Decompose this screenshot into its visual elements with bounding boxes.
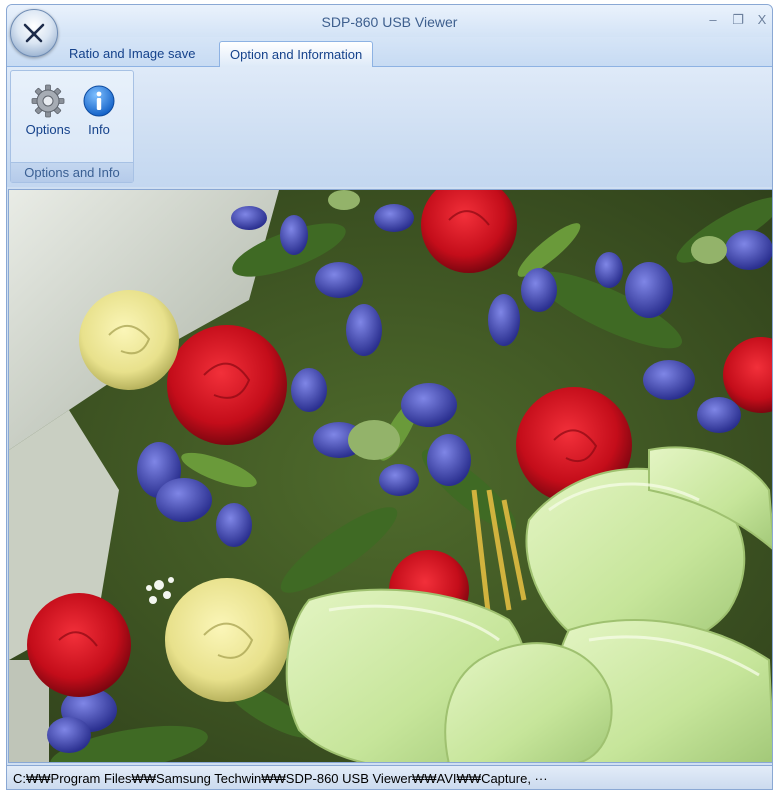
ribbon-tab-strip: Ratio and Image save Option and Informat… <box>7 37 772 68</box>
tab-ratio-and-image-save[interactable]: Ratio and Image save <box>59 41 205 68</box>
options-button-label: Options <box>25 122 71 137</box>
title-bar[interactable]: SDP-860 USB Viewer – ❐ X <box>7 5 772 37</box>
tab-option-and-information[interactable]: Option and Information <box>219 41 374 68</box>
gear-icon <box>31 84 65 118</box>
image-viewer[interactable] <box>8 189 772 763</box>
status-path-text: C:₩₩Program Files₩₩Samsung Techwin₩₩SDP-… <box>13 771 548 786</box>
application-menu-button[interactable] <box>10 9 58 57</box>
info-button-label: Info <box>88 122 110 137</box>
app-window: SDP-860 USB Viewer – ❐ X Ratio and Image… <box>6 4 773 790</box>
info-button[interactable]: Info <box>79 84 119 144</box>
info-icon <box>83 85 115 117</box>
group-caption: Options and Info <box>11 162 133 182</box>
camera-capture-image <box>9 190 772 762</box>
ribbon-panel: Options Info Options and Info <box>7 67 772 187</box>
close-button[interactable]: X <box>753 11 771 29</box>
options-button[interactable]: Options <box>21 84 75 144</box>
minimize-button[interactable]: – <box>704 11 722 29</box>
status-bar: C:₩₩Program Files₩₩Samsung Techwin₩₩SDP-… <box>7 765 772 789</box>
window-title: SDP-860 USB Viewer <box>321 14 458 30</box>
maximize-button[interactable]: ❐ <box>729 11 747 29</box>
app-logo-icon <box>23 23 45 43</box>
options-and-info-group: Options Info Options and Info <box>10 70 134 183</box>
